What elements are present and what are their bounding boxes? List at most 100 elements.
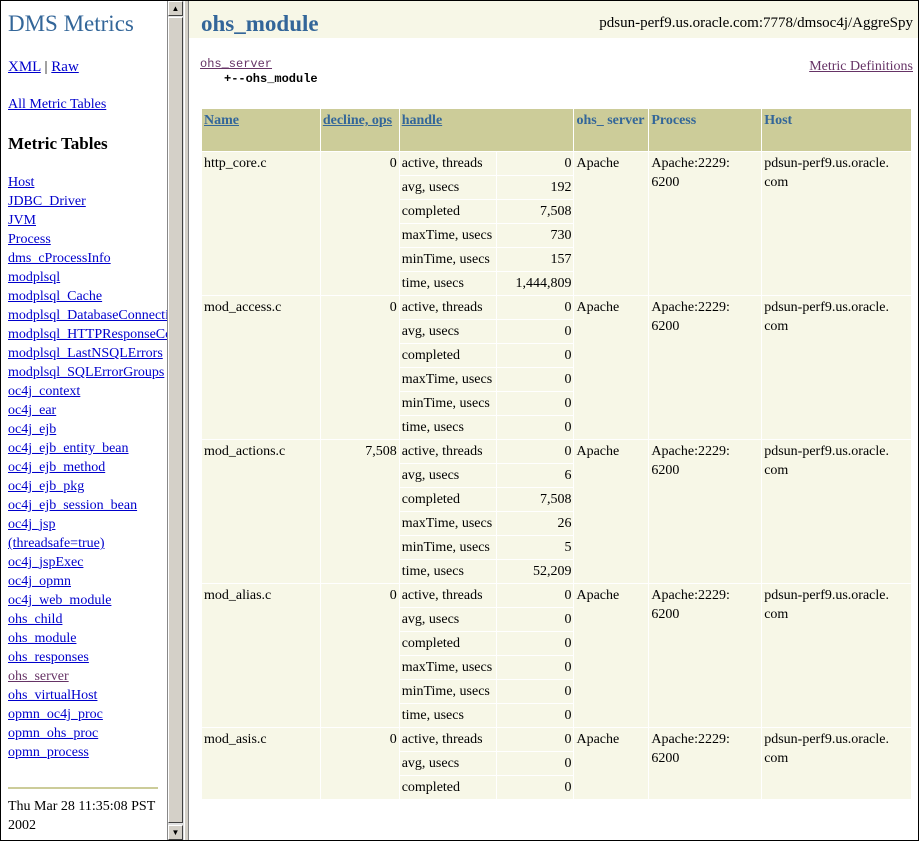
metric-table-link[interactable]: modplsql <box>8 270 60 285</box>
left-scrollbar[interactable]: ▲ ▼ <box>167 1 184 840</box>
col-header-process: Process <box>648 108 763 152</box>
handle-metric-label: time, usecs <box>398 415 497 440</box>
metric-table-link[interactable]: Process <box>8 232 51 247</box>
metric-table-link[interactable]: oc4j_ejb_session_bean <box>8 498 137 513</box>
xml-link[interactable]: XML <box>8 59 41 75</box>
tree-child: +--ohs_module <box>224 72 318 86</box>
metric-table-item: oc4j_jspExec <box>8 554 167 573</box>
sort-name-link[interactable]: Name <box>204 113 239 128</box>
col-header-name[interactable]: Name <box>201 108 321 152</box>
handle-metric-value: 0 <box>495 415 575 440</box>
metric-table-item: oc4j_jsp <box>8 516 167 535</box>
metric-table-item: oc4j_context <box>8 383 167 402</box>
scroll-down-arrow-icon[interactable]: ▼ <box>168 825 183 840</box>
handle-metric-label: time, usecs <box>398 271 497 296</box>
server-cell: Apache <box>573 583 650 728</box>
left-nav-frame: DMS Metrics XML | Raw All Metric Tables … <box>1 1 167 840</box>
handle-metric-label: maxTime, usecs <box>398 367 497 392</box>
page-title: ohs_module <box>201 11 319 36</box>
metric-table-link[interactable]: oc4j_ejb <box>8 422 56 437</box>
handle-metric-value: 0 <box>495 319 575 344</box>
col-header-decline[interactable]: decline, ops <box>319 108 400 152</box>
metric-table-link[interactable]: oc4j_jspExec <box>8 555 83 570</box>
table-row: mod_alias.c 0 active, threads 0 Apache Apache… <box>201 583 912 728</box>
handle-metric-label: minTime, usecs <box>398 391 497 416</box>
col-header-server: ohs_ server <box>573 108 650 152</box>
handle-metric-value: 0 <box>495 151 575 176</box>
sort-handle-link[interactable]: handle <box>402 113 442 128</box>
handle-metric-value: 157 <box>495 247 575 272</box>
metric-table-link[interactable]: oc4j_ejb_entity_bean <box>8 441 129 456</box>
handle-metric-label: avg, usecs <box>398 175 497 200</box>
metric-table-link[interactable]: modplsql_HTTPResponseCodes <box>8 327 167 342</box>
metric-table-link[interactable]: modplsql_Cache <box>8 289 102 304</box>
scroll-up-arrow-icon[interactable]: ▲ <box>168 1 183 16</box>
metric-table-link[interactable]: oc4j_context <box>8 384 80 399</box>
handle-metric-label: completed <box>398 775 497 800</box>
handle-metric-value: 52,209 <box>495 559 575 584</box>
handle-metric-label: active, threads <box>398 583 497 608</box>
metric-table-item: opmn_oc4j_proc <box>8 706 167 725</box>
metric-definitions-link[interactable]: Metric Definitions <box>809 59 913 75</box>
metric-table-link[interactable]: modplsql_DatabaseConnection <box>8 308 167 323</box>
metric-table-link[interactable]: oc4j_ejb_pkg <box>8 479 84 494</box>
handle-metric-value: 0 <box>495 607 575 632</box>
metric-table-item: oc4j_opmn <box>8 573 167 592</box>
process-cell: Apache:2229: 6200 <box>648 151 763 296</box>
metric-table-item: ohs_server <box>8 668 167 687</box>
sort-decline-link[interactable]: decline, ops <box>323 113 392 128</box>
handle-metric-label: maxTime, usecs <box>398 655 497 680</box>
metric-table-item: oc4j_ear <box>8 402 167 421</box>
metric-table-link[interactable]: dms_cProcessInfo <box>8 251 111 266</box>
metric-table-link[interactable]: ohs_child <box>8 612 62 627</box>
col-header-handle[interactable]: handle <box>398 108 575 152</box>
metric-table-link[interactable]: oc4j_web_module <box>8 593 111 608</box>
breadcrumb-tree: ohs_server +--ohs_module <box>200 57 318 87</box>
all-metric-tables-link[interactable]: All Metric Tables <box>8 97 106 112</box>
metric-table-link[interactable]: opmn_ohs_proc <box>8 726 98 741</box>
metric-table-item: (threadsafe=true) <box>8 535 167 554</box>
metric-table-link[interactable]: ohs_responses <box>8 650 89 665</box>
metrics-table-body: http_core.c 0 active, threads 0 Apache Apache… <box>201 151 912 800</box>
handle-metric-value: 26 <box>495 511 575 536</box>
table-row: mod_actions.c 7,508 active, threads 0 Apache… <box>201 439 912 584</box>
tree-parent-link[interactable]: ohs_server <box>200 57 272 71</box>
host-cell: pdsun-perf9.us.oracle. com <box>761 727 912 800</box>
metric-table-link[interactable]: JDBC_Driver <box>8 194 86 209</box>
metric-table-item: JVM <box>8 212 167 231</box>
metric-table-link[interactable]: opmn_oc4j_proc <box>8 707 103 722</box>
module-name-cell: mod_asis.c <box>201 727 321 800</box>
scroll-thumb[interactable] <box>168 17 183 823</box>
process-cell: Apache:2229: 6200 <box>648 439 763 584</box>
metric-table-link[interactable]: oc4j_ear <box>8 403 56 418</box>
metric-table-item: Host <box>8 174 167 193</box>
link-separator: | <box>44 59 48 75</box>
metric-table-link[interactable]: modplsql_SQLErrorGroups <box>8 365 164 380</box>
decline-ops-cell: 7,508 <box>319 439 400 584</box>
metric-table-link[interactable]: JVM <box>8 213 36 228</box>
handle-metric-label: avg, usecs <box>398 751 497 776</box>
metric-table-link[interactable]: oc4j_ejb_method <box>8 460 105 475</box>
handle-metric-value: 0 <box>495 367 575 392</box>
server-cell: Apache <box>573 295 650 440</box>
metric-table-link[interactable]: Host <box>8 175 34 190</box>
handle-metric-label: avg, usecs <box>398 319 497 344</box>
metric-table-link[interactable]: oc4j_jsp <box>8 517 55 532</box>
metric-table-link[interactable]: opmn_process <box>8 745 89 760</box>
server-cell: Apache <box>573 151 650 296</box>
metric-table-link[interactable]: ohs_module <box>8 631 76 646</box>
metric-table-item: oc4j_ejb_pkg <box>8 478 167 497</box>
metric-table-link[interactable]: oc4j_opmn <box>8 574 71 589</box>
host-cell: pdsun-perf9.us.oracle. com <box>761 439 912 584</box>
metric-table-link[interactable]: (threadsafe=true) <box>8 536 105 551</box>
metric-table-link[interactable]: ohs_virtualHost <box>8 688 97 703</box>
handle-metric-value: 0 <box>495 583 575 608</box>
handle-metric-label: completed <box>398 343 497 368</box>
metric-table-link[interactable]: modplsql_LastNSQLErrors <box>8 346 163 361</box>
handle-metric-label: avg, usecs <box>398 463 497 488</box>
raw-link[interactable]: Raw <box>51 59 79 75</box>
process-cell: Apache:2229: 6200 <box>648 583 763 728</box>
metric-table-link[interactable]: ohs_server <box>8 669 69 684</box>
handle-metric-value: 192 <box>495 175 575 200</box>
server-cell: Apache <box>573 727 650 800</box>
